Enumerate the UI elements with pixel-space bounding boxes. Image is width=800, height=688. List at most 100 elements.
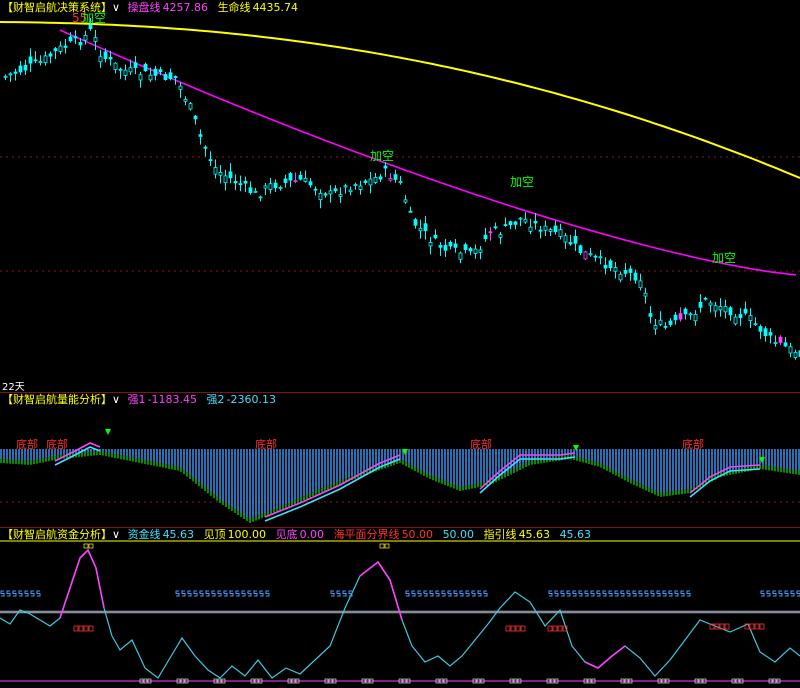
candle-body[interactable] bbox=[543, 225, 548, 231]
candle-body[interactable] bbox=[433, 234, 438, 239]
candle-body[interactable] bbox=[263, 185, 268, 189]
candle-body[interactable] bbox=[398, 181, 403, 183]
candle-body[interactable] bbox=[43, 55, 48, 64]
candle-body[interactable] bbox=[98, 56, 103, 63]
candle-body[interactable] bbox=[388, 178, 393, 181]
candle-body[interactable] bbox=[768, 332, 773, 336]
candle-body[interactable] bbox=[448, 241, 453, 247]
candle-body[interactable] bbox=[713, 305, 718, 312]
candle-body[interactable] bbox=[153, 68, 158, 76]
candle-body[interactable] bbox=[223, 175, 228, 184]
candle-body[interactable] bbox=[773, 342, 778, 344]
candle-body[interactable] bbox=[743, 308, 748, 314]
candle-body[interactable] bbox=[518, 217, 523, 220]
candle-body[interactable] bbox=[333, 188, 338, 192]
candle-body[interactable] bbox=[588, 253, 593, 256]
candle-body[interactable] bbox=[578, 245, 583, 254]
candle-body[interactable] bbox=[673, 314, 678, 321]
candle-body[interactable] bbox=[723, 306, 728, 313]
candle-body[interactable] bbox=[73, 36, 78, 39]
candle-body[interactable] bbox=[198, 134, 203, 137]
candle-body[interactable] bbox=[633, 272, 638, 281]
candle-body[interactable] bbox=[213, 167, 218, 175]
candle-body[interactable] bbox=[498, 234, 503, 238]
candle-body[interactable] bbox=[488, 231, 493, 234]
candle-body[interactable] bbox=[93, 37, 98, 42]
candle-body[interactable] bbox=[363, 180, 368, 184]
candle-body[interactable] bbox=[318, 192, 323, 201]
candle-body[interactable] bbox=[188, 103, 193, 110]
candle-body[interactable] bbox=[208, 159, 213, 162]
candle-body[interactable] bbox=[383, 165, 388, 169]
candle-body[interactable] bbox=[528, 226, 533, 232]
candle-body[interactable] bbox=[508, 221, 513, 226]
candle-body[interactable] bbox=[63, 45, 68, 48]
candle-body[interactable] bbox=[373, 176, 378, 183]
candle-body[interactable] bbox=[643, 292, 648, 297]
candle-body[interactable] bbox=[783, 342, 788, 347]
candle-body[interactable] bbox=[778, 336, 783, 343]
candle-body[interactable] bbox=[218, 171, 223, 176]
candle-body[interactable] bbox=[273, 182, 278, 189]
candle-body[interactable] bbox=[3, 75, 8, 78]
candle-body[interactable] bbox=[648, 313, 653, 317]
fund-panel[interactable]: 【财智启航资金分析】∨ 资金线 45.63 见顶 100.00 见底 0.00 海平面… bbox=[0, 528, 800, 688]
candle-body[interactable] bbox=[708, 302, 713, 306]
candle-body[interactable] bbox=[233, 181, 238, 184]
candle-body[interactable] bbox=[193, 115, 198, 120]
candle-body[interactable] bbox=[758, 326, 763, 332]
candle-body[interactable] bbox=[13, 71, 18, 74]
candle-body[interactable] bbox=[453, 243, 458, 248]
candle-body[interactable] bbox=[623, 270, 628, 274]
candle-body[interactable] bbox=[608, 260, 613, 269]
candle-body[interactable] bbox=[438, 245, 443, 248]
candle-body[interactable] bbox=[583, 251, 588, 260]
candle-body[interactable] bbox=[793, 351, 798, 359]
candle-body[interactable] bbox=[753, 323, 758, 326]
candle-body[interactable] bbox=[353, 184, 358, 186]
candle-body[interactable] bbox=[523, 218, 528, 223]
candle-body[interactable] bbox=[138, 74, 143, 81]
candle-body[interactable] bbox=[478, 249, 483, 253]
candle-body[interactable] bbox=[458, 252, 463, 260]
candle-body[interactable] bbox=[313, 188, 318, 191]
candle-body[interactable] bbox=[698, 301, 703, 308]
candle-body[interactable] bbox=[308, 181, 313, 186]
candle-body[interactable] bbox=[103, 51, 108, 59]
candle-body[interactable] bbox=[173, 76, 178, 79]
candle-body[interactable] bbox=[688, 313, 693, 316]
candle-body[interactable] bbox=[8, 73, 13, 76]
candle-body[interactable] bbox=[68, 36, 73, 42]
candle-body[interactable] bbox=[38, 61, 43, 63]
candle-body[interactable] bbox=[443, 244, 448, 251]
candle-body[interactable] bbox=[243, 180, 248, 184]
candle-body[interactable] bbox=[538, 229, 543, 232]
candle-body[interactable] bbox=[278, 187, 283, 189]
candle-body[interactable] bbox=[408, 210, 413, 213]
candle-body[interactable] bbox=[668, 320, 673, 325]
candle-body[interactable] bbox=[248, 187, 253, 193]
main-panel[interactable]: 【财智启航决策系统】∨ 操盘线 4257.86 生命线 4435.74 55 加空 加空… bbox=[0, 0, 800, 393]
candle-body[interactable] bbox=[718, 305, 723, 311]
candle-body[interactable] bbox=[18, 65, 23, 73]
candle-body[interactable] bbox=[358, 185, 363, 190]
candle-body[interactable] bbox=[378, 176, 383, 180]
candle-body[interactable] bbox=[483, 234, 488, 240]
candle-body[interactable] bbox=[628, 268, 633, 273]
candle-body[interactable] bbox=[683, 308, 688, 315]
candle-body[interactable] bbox=[733, 316, 738, 325]
candle-body[interactable] bbox=[203, 146, 208, 149]
energy-panel[interactable]: 【财智启航量能分析】∨ 强1 -1183.45 强2 -2360.13 底部 底部 底部… bbox=[0, 393, 800, 527]
candle-body[interactable] bbox=[418, 227, 423, 232]
candle-body[interactable] bbox=[748, 315, 753, 321]
candle-body[interactable] bbox=[83, 34, 88, 41]
candle-body[interactable] bbox=[253, 190, 258, 193]
candle-body[interactable] bbox=[663, 325, 668, 328]
candle-body[interactable] bbox=[533, 221, 538, 224]
candle-body[interactable] bbox=[53, 48, 58, 52]
candle-body[interactable] bbox=[553, 225, 558, 233]
candle-body[interactable] bbox=[573, 236, 578, 244]
candle-body[interactable] bbox=[163, 74, 168, 80]
candle-body[interactable] bbox=[348, 189, 353, 193]
candle-body[interactable] bbox=[323, 193, 328, 196]
